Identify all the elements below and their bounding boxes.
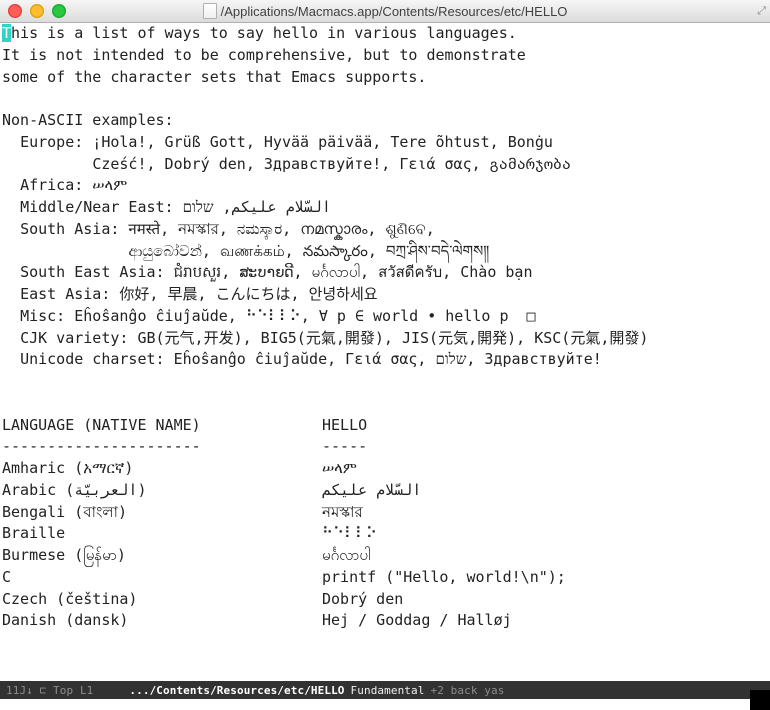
minibuffer[interactable] <box>0 699 770 710</box>
table-row: Czech (čeština)Dobrý den <box>2 589 566 611</box>
window-controls <box>0 4 66 18</box>
table-row: Cprintf ("Hello, world!\n"); <box>2 567 566 589</box>
window-title: /Applications/Macmacs.app/Contents/Resou… <box>0 3 770 19</box>
row-lang: Braille <box>2 523 322 545</box>
examples-south-east-asia: South East Asia: ជំរាបសួរ, ສະບາຍດີ, မင်္… <box>2 263 532 281</box>
row-hello: السّلام عليكم <box>322 480 566 502</box>
minimize-icon[interactable] <box>30 4 44 18</box>
table-rule-row: --------------------------- <box>2 436 566 458</box>
row-hello: printf ("Hello, world!\n"); <box>322 567 566 589</box>
examples-unicode-charset: Unicode charset: Eĥoŝanĝo ĉiuĵaŭde, Γειά… <box>2 350 602 368</box>
table-row: Danish (dansk)Hej / Goddag / Halløj <box>2 610 566 632</box>
row-hello: ሠላም <box>322 458 566 480</box>
rule-lang: ---------------------- <box>2 436 322 458</box>
rule-hello: ----- <box>322 436 566 458</box>
row-hello: ⠓⠑⠇⠇⠕ <box>322 523 566 545</box>
modeline-major-mode: Fundamental <box>351 684 425 697</box>
examples-middle-east: Middle/Near East: السّلام عليكم, שלום <box>2 198 331 216</box>
table-row: Amharic (አማርኛ)ሠላም <box>2 458 566 480</box>
row-lang: Czech (čeština) <box>2 589 322 611</box>
intro-line-1: his is a list of ways to say hello in va… <box>11 24 517 42</box>
examples-south-asia-1: South Asia: नमस्ते, নমস্কার, ನಮಸ್ಕಾರ, നമ… <box>2 220 435 238</box>
examples-africa: Africa: ሠላም <box>2 176 127 194</box>
intro-line-2: It is not intended to be comprehensive, … <box>2 46 526 64</box>
window-title-text: /Applications/Macmacs.app/Contents/Resou… <box>221 4 568 19</box>
zoom-icon[interactable] <box>52 4 66 18</box>
modeline-position: 11J↓ ⊏ Top L1 <box>6 684 93 697</box>
intro-line-3: some of the character sets that Emacs su… <box>2 68 426 86</box>
examples-east-asia: East Asia: 你好, 早晨, こんにちは, 안녕하세요 <box>2 285 378 303</box>
modeline-path: .../Contents/Resources/etc/HELLO <box>129 684 344 697</box>
header-hello: HELLO <box>322 415 566 437</box>
editor-buffer[interactable]: This is a list of ways to say hello in v… <box>0 23 770 681</box>
examples-cjk-variety: CJK variety: GB(元气,开发), BIG5(元氣,開發), JIS… <box>2 329 648 347</box>
row-hello: Dobrý den <box>322 589 566 611</box>
table-row: Burmese (မြန်မာ)မင်္ဂလာပါ <box>2 545 566 567</box>
examples-europe-1: Europe: ¡Hola!, Grüß Gott, Hyvää päivää,… <box>2 133 553 151</box>
row-hello: Hej / Goddag / Halløj <box>322 610 566 632</box>
titlebar: /Applications/Macmacs.app/Contents/Resou… <box>0 0 770 23</box>
table-row: Braille⠓⠑⠇⠇⠕ <box>2 523 566 545</box>
row-lang: Burmese (မြန်မာ) <box>2 545 322 567</box>
row-hello: မင်္ဂလာပါ <box>322 545 566 567</box>
close-icon[interactable] <box>8 4 22 18</box>
examples-europe-2: Cześć!, Dobrý den, Здравствуйте!, Γειά σ… <box>2 155 571 173</box>
table-row: Bengali (বাংলা)নমস্কার <box>2 502 566 524</box>
fullscreen-icon[interactable]: ⤢ <box>757 4 766 18</box>
modeline: 11J↓ ⊏ Top L1 .../Contents/Resources/etc… <box>0 681 770 699</box>
header-lang: LANGUAGE (NATIVE NAME) <box>2 415 322 437</box>
scroll-corner <box>750 690 770 710</box>
row-lang: Danish (dansk) <box>2 610 322 632</box>
row-lang: C <box>2 567 322 589</box>
modeline-minor-modes: +2 back yas <box>430 684 504 697</box>
language-table: LANGUAGE (NATIVE NAME)HELLO ------------… <box>2 415 566 633</box>
examples-south-asia-2: ආයුබෝවන්, வணக்கம், నమస్కారం, བཀྲ་ཤིས་བདེ… <box>2 242 489 260</box>
row-hello: নমস্কার <box>322 502 566 524</box>
examples-heading: Non-ASCII examples: <box>2 111 174 129</box>
document-icon <box>203 3 217 19</box>
examples-misc: Misc: Eĥoŝanĝo ĉiuĵaŭde, ⠓⠑⠇⠇⠕, ∀ p ∈ wo… <box>2 307 536 325</box>
table-header-row: LANGUAGE (NATIVE NAME)HELLO <box>2 415 566 437</box>
row-lang: Arabic (العربيّة) <box>2 480 322 502</box>
cursor: T <box>2 24 11 42</box>
row-lang: Bengali (বাংলা) <box>2 502 322 524</box>
table-row: Arabic (العربيّة)السّلام عليكم <box>2 480 566 502</box>
row-lang: Amharic (አማርኛ) <box>2 458 322 480</box>
